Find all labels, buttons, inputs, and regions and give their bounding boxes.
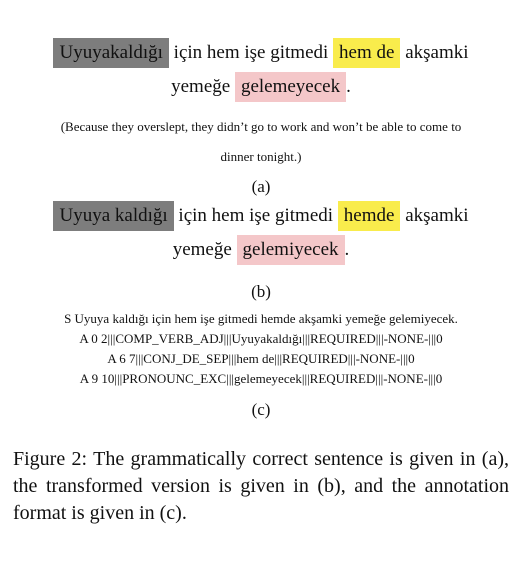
annotation-line: A 9 10|||PRONOUNC_EXC|||gelemeyecek|||RE… [79,371,443,386]
sentence-text: yemeğe [171,76,231,97]
translation-line-2: dinner tonight.) [220,149,302,164]
example-b-line-1: Uyuya kaldığı için hem işe gitmedi hemde… [0,201,522,231]
translation-line-1: (Because they overslept, they didn’t go … [60,119,462,134]
highlight-yellow: hemde [337,201,401,231]
highlight-pink: gelemeyecek [234,72,347,102]
label-c: (c) [251,400,271,419]
sentence-text: akşamki [405,205,469,226]
annotation-line: A 0 2|||COMP_VERB_ADJ|||Uyuyakaldığı|||R… [79,331,443,346]
figure-caption: Figure 2: The grammatically correct sent… [13,448,509,524]
example-a-line-2: yemeğe gelemeyecek. [0,72,522,102]
sentence-text: için hem işe gitmedi [173,42,329,63]
highlight-pink: gelemiyecek [236,235,345,265]
highlight-gray: Uyuyakaldığı [53,38,169,68]
label-a: (a) [251,177,271,196]
sentence-text: için hem işe gitmedi [178,205,334,226]
example-b-line-2: yemeğe gelemiyecek. [0,235,522,265]
sentence-text: yemeğe [172,239,232,260]
sentence-text: akşamki [405,42,469,63]
highlight-gray: Uyuya kaldığı [53,201,174,231]
annotation-line: S Uyuya kaldığı için hem işe gitmedi hem… [64,311,458,326]
highlight-yellow: hem de [333,38,401,68]
annotation-line: A 6 7|||CONJ_DE_SEP|||hem de|||REQUIRED|… [107,351,415,366]
sentence-text: . [344,239,350,260]
label-b: (b) [251,282,271,301]
example-a-line-1: Uyuyakaldığı için hem işe gitmedi hem de… [0,38,522,68]
sentence-text: . [346,76,351,97]
